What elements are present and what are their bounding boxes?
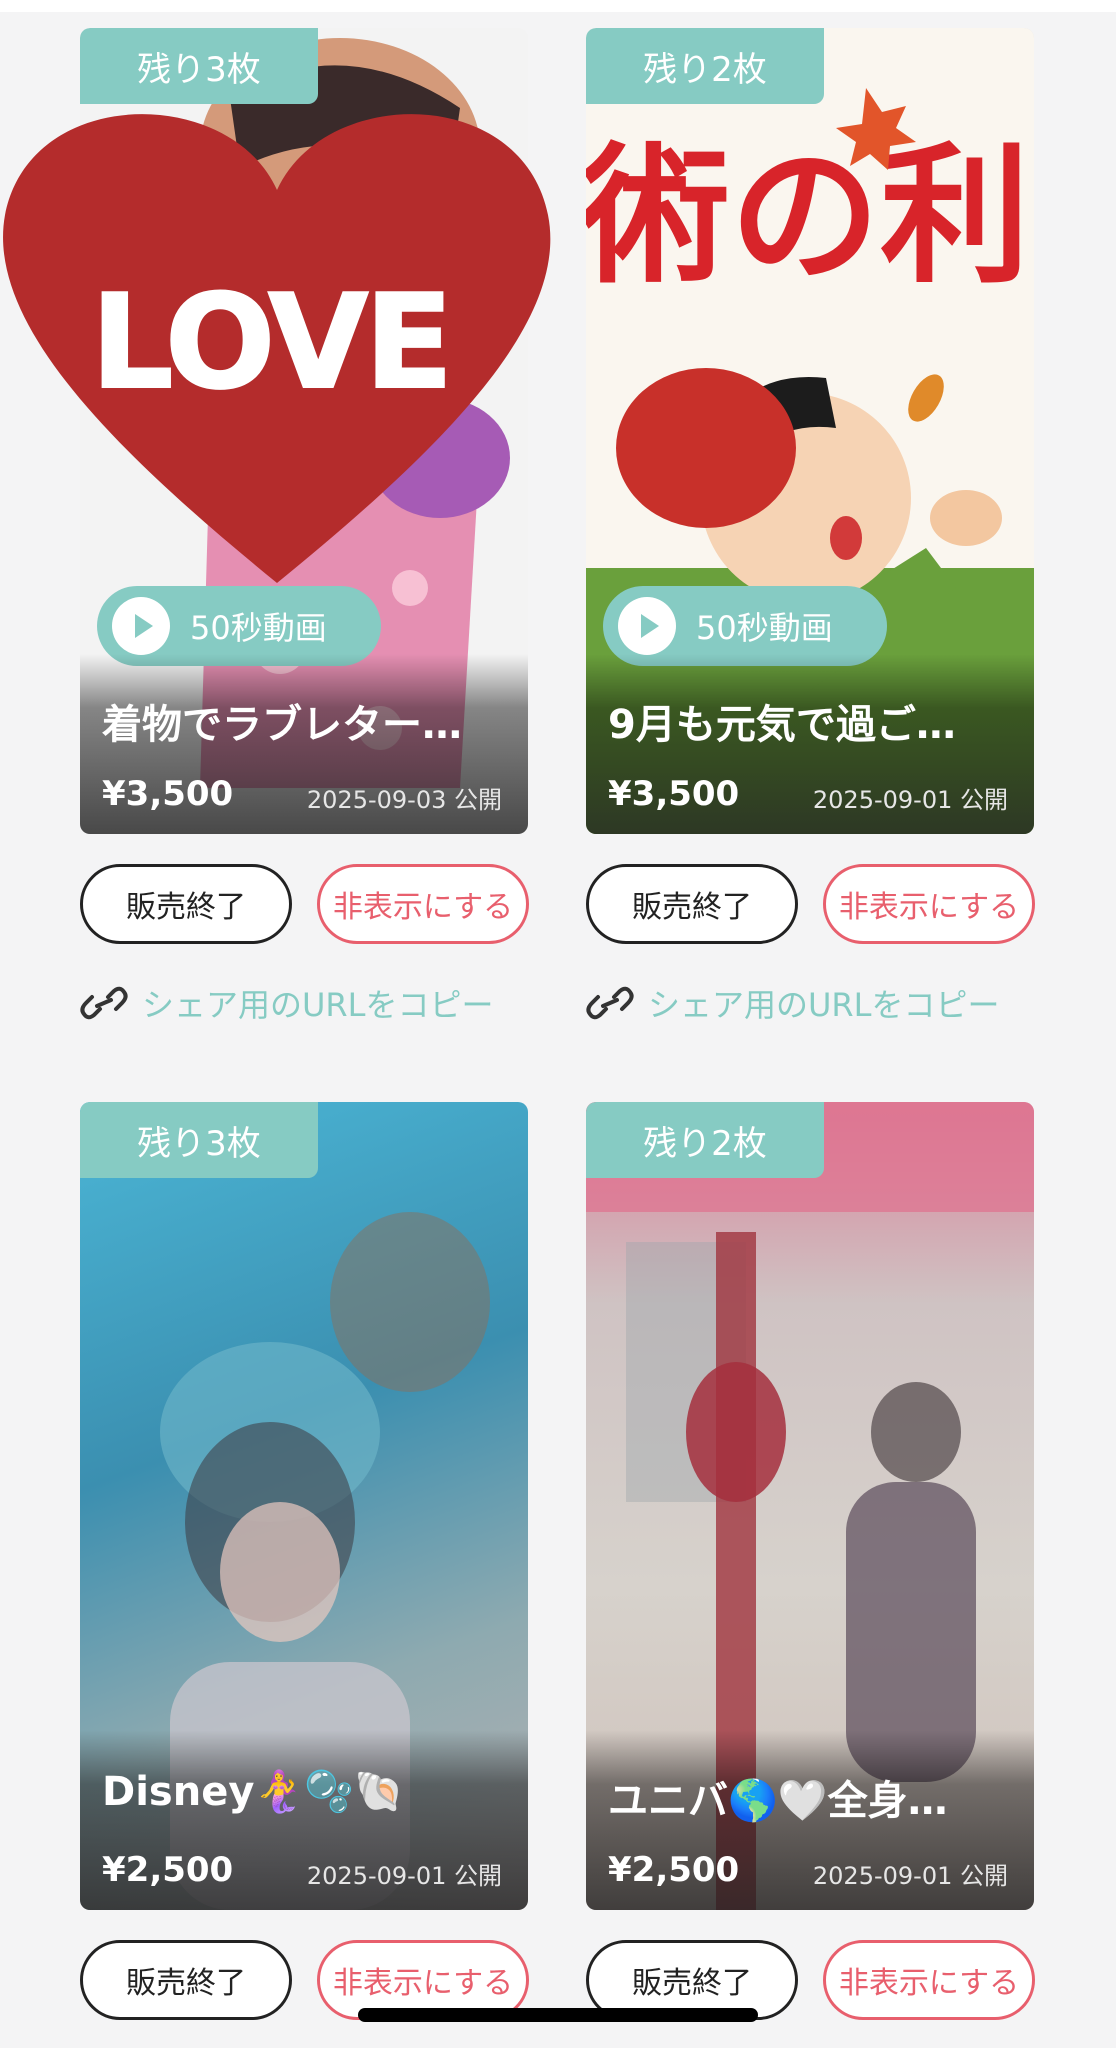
end-sale-button[interactable]: 販売終了 — [80, 1940, 292, 2020]
hide-button[interactable]: 非表示にする — [823, 864, 1035, 944]
product-card: 残り2枚 ユニバ🌎🤍全身… ¥2,500 2025-09-01 公開 販売終了 … — [586, 1102, 1035, 2020]
end-sale-button[interactable]: 販売終了 — [80, 864, 292, 944]
top-strip — [0, 0, 1116, 12]
publish-date: 2025-09-01 公開 — [306, 1862, 502, 1890]
product-title: 着物でラブレター… — [102, 702, 462, 748]
product-thumbnail[interactable]: 術の利 残り2枚 50秒動画 9月も元気で過ご… ¥3,500 2025-09-… — [586, 28, 1034, 834]
card-actions: 販売終了 非表示にする — [586, 864, 1035, 944]
stock-badge: 残り3枚 — [80, 1102, 318, 1178]
product-price: ¥3,500 — [608, 774, 740, 814]
product-card: 術の利 残り2枚 50秒動画 9月も元気で過ご… ¥3,500 2025-09-… — [586, 28, 1035, 1024]
copy-share-url-link[interactable]: シェア用のURLをコピー — [80, 980, 494, 1026]
copy-share-url-label: シェア用のURLをコピー — [142, 986, 494, 1024]
hide-button[interactable]: 非表示にする — [823, 1940, 1035, 2020]
product-title: Disney🧜‍♀️🫧🐚 — [102, 1769, 404, 1815]
end-sale-button[interactable]: 販売終了 — [586, 864, 798, 944]
product-price: ¥2,500 — [102, 1850, 234, 1890]
stock-badge: 残り3枚 — [80, 28, 318, 104]
copy-share-url-label: シェア用のURLをコピー — [648, 986, 1000, 1024]
video-duration-label: 50秒動画 — [696, 609, 833, 647]
product-price: ¥3,500 — [102, 774, 234, 814]
product-thumbnail[interactable]: 残り2枚 ユニバ🌎🤍全身… ¥2,500 2025-09-01 公開 — [586, 1102, 1034, 1910]
publish-date: 2025-09-03 公開 — [306, 786, 502, 814]
love-heart-sticker: LOVE — [3, 114, 551, 584]
publish-date: 2025-09-01 公開 — [812, 786, 1008, 814]
product-title: 9月も元気で過ご… — [608, 702, 956, 748]
image-text: 術の利 — [586, 130, 1030, 304]
product-card: 残り3枚 Disney🧜‍♀️🫧🐚 ¥2,500 2025-09-01 公開 販… — [80, 1102, 529, 2020]
stock-badge: 残り2枚 — [586, 28, 824, 104]
product-title: ユニバ🌎🤍全身… — [608, 1778, 948, 1824]
link-icon — [586, 986, 634, 1020]
home-indicator[interactable] — [358, 2008, 758, 2022]
card-actions: 販売終了 非表示にする — [80, 864, 529, 944]
link-icon — [80, 986, 128, 1020]
play-icon — [618, 597, 676, 655]
hide-button[interactable]: 非表示にする — [317, 864, 529, 944]
love-text: LOVE — [91, 266, 450, 418]
product-thumbnail[interactable]: 残り3枚 Disney🧜‍♀️🫧🐚 ¥2,500 2025-09-01 公開 — [80, 1102, 528, 1910]
video-duration-label: 50秒動画 — [190, 609, 327, 647]
product-price: ¥2,500 — [608, 1850, 740, 1890]
copy-share-url-link[interactable]: シェア用のURLをコピー — [586, 980, 1000, 1026]
publish-date: 2025-09-01 公開 — [812, 1862, 1008, 1890]
stock-badge: 残り2枚 — [586, 1102, 824, 1178]
play-icon — [112, 597, 170, 655]
